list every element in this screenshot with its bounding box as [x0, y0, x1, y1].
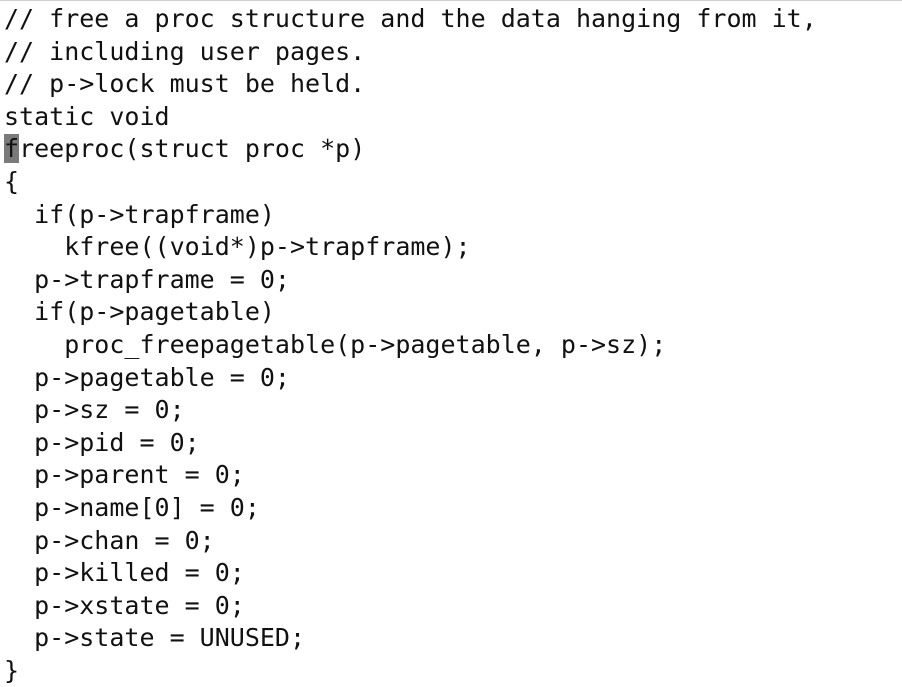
code-line-17: p->chan = 0; — [4, 525, 215, 555]
code-line-6: { — [4, 166, 20, 196]
code-line-18: p->killed = 0; — [4, 558, 245, 588]
code-line-12: p->pagetable = 0; — [4, 362, 290, 392]
code-line-5: freeproc(struct proc *p) — [4, 133, 817, 166]
code-line-20: p->state = UNUSED; — [4, 623, 306, 653]
code-text[interactable]: // free a proc structure and the data ha… — [4, 3, 817, 687]
code-line-19: p->xstate = 0; — [4, 590, 245, 620]
code-line-2: // including user pages. — [4, 36, 366, 66]
code-line-14: p->pid = 0; — [4, 427, 200, 457]
text-cursor: f — [4, 134, 20, 164]
code-line-8: kfree((void*)p->trapframe); — [4, 232, 471, 262]
code-line-5-text: reeproc(struct proc *p) — [19, 134, 366, 164]
code-line-4: static void — [4, 101, 170, 131]
code-line-13: p->sz = 0; — [4, 395, 185, 425]
code-line-21: } — [4, 655, 20, 685]
code-line-16: p->name[0] = 0; — [4, 492, 260, 522]
code-line-15: p->parent = 0; — [4, 460, 245, 490]
code-line-1: // free a proc structure and the data ha… — [4, 4, 817, 33]
code-line-3: // p->lock must be held. — [4, 69, 366, 99]
code-editor[interactable]: // free a proc structure and the data ha… — [0, 0, 902, 685]
code-line-7: if(p->trapframe) — [4, 199, 275, 229]
code-line-11: proc_freepagetable(p->pagetable, p->sz); — [4, 329, 667, 359]
code-line-10: if(p->pagetable) — [4, 297, 275, 327]
code-line-9: p->trapframe = 0; — [4, 264, 290, 294]
